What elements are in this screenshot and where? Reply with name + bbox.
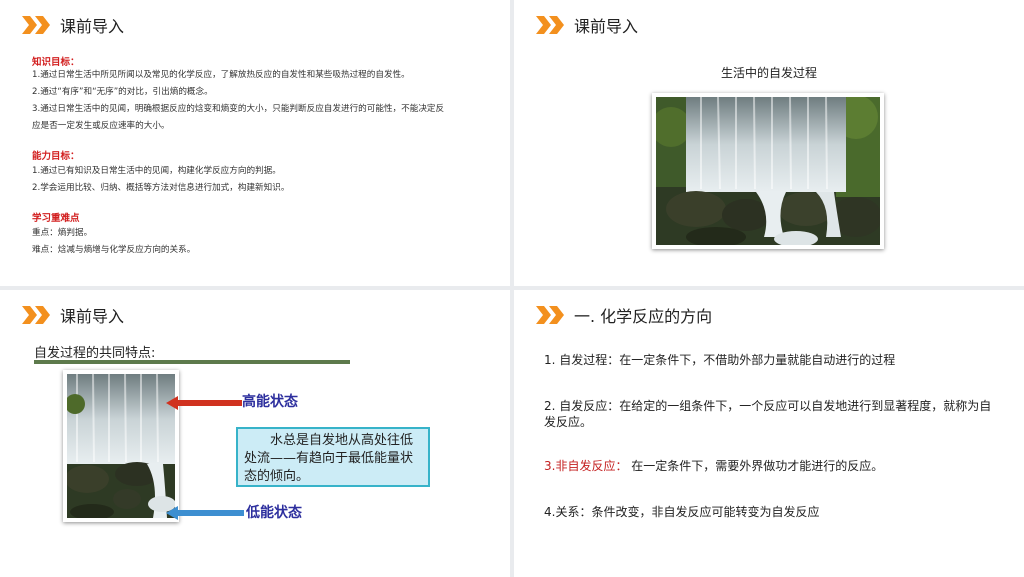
blue-arrow-left-icon [166,506,244,520]
slide-2-header: 课前导入 [536,12,638,38]
definition-item-3: 3.非自发反应： 在一定条件下，需要外界做功才能进行的反应。 [544,458,1002,474]
double-chevron-icon [22,16,50,34]
double-chevron-icon [536,16,564,34]
slide-subtitle: 自发过程的共同特点: [34,346,156,361]
low-energy-label: 低能状态 [246,505,302,521]
knowledge-heading: 知识目标： [32,57,80,68]
waterfall-photo [652,93,884,249]
slide-title: 一. 化学反应的方向 [574,307,713,326]
slide-1-header: 课前导入 [22,12,124,38]
double-chevron-icon [22,306,50,324]
definition-item-3-text: 在一定条件下，需要外界做功才能进行的反应。 [627,459,884,473]
knowledge-line-2: 2.通过“有序”和“无序”的对比，引出熵的概念。 [32,87,213,97]
high-energy-label: 高能状态 [242,394,298,410]
red-arrow-left-icon [166,396,242,410]
slide-2[interactable]: 课前导入 生活中的自发过程 [514,0,1024,286]
definition-item-1: 1. 自发过程：在一定条件下，不借助外部力量就能自动进行的过程 [544,353,896,367]
slide-4-header: 一. 化学反应的方向 [536,302,712,328]
key-line-1: 重点：熵判据。 [32,228,93,238]
key-heading: 学习重难点 [32,213,80,224]
slide-3[interactable]: 课前导入 自发过程的共同特点: 高能状态 低能状态 水总是自发地从高处往低处流—… [0,290,510,577]
slide-title: 课前导入 [574,17,639,36]
ability-heading: 能力目标： [32,151,80,162]
definition-item-4: 4.关系：条件改变，非自发反应可能转变为自发反应 [544,505,820,519]
definition-item-3-label: 3.非自发反应： [544,459,628,473]
callout-box: 水总是自发地从高处往低处流——有趋向于最低能量状态的倾向。 [236,427,430,487]
key-line-2: 难点：焓减与熵增与化学反应方向的关系。 [32,245,196,255]
waterfall-photo-portrait [63,370,179,522]
slide-4[interactable]: 一. 化学反应的方向 1. 自发过程：在一定条件下，不借助外部力量就能自动进行的… [514,290,1024,577]
slide-1[interactable]: 课前导入 知识目标： 1.通过日常生活中所见所闻以及常见的化学反应，了解放热反应… [0,0,510,286]
ability-line-2: 2.学会运用比较、归纳、概括等方法对信息进行加式，构建新知识。 [32,183,290,193]
ability-line-1: 1.通过已有知识及日常生活中的见闻，构建化学反应方向的判据。 [32,166,281,176]
image-caption: 生活中的自发过程 [720,66,817,80]
double-chevron-icon [536,306,564,324]
subtitle-underline [34,360,350,364]
knowledge-line-1: 1.通过日常生活中所见所闻以及常见的化学反应，了解放热反应的自发性和某些吸热过程… [32,70,410,80]
definition-item-2: 2. 自发反应：在给定的一组条件下，一个反应可以自发地进行到显著程度，就称为自发… [544,399,992,429]
slide-3-header: 课前导入 [22,302,124,328]
slide-title: 课前导入 [60,17,125,36]
slide-title: 课前导入 [60,307,125,326]
knowledge-line-4: 应是否一定发生或反应速率的大小。 [32,121,170,131]
knowledge-line-3: 3.通过日常生活中的见闻，明确根据反应的焓变和熵变的大小，只能判断反应自发进行的… [32,104,445,114]
